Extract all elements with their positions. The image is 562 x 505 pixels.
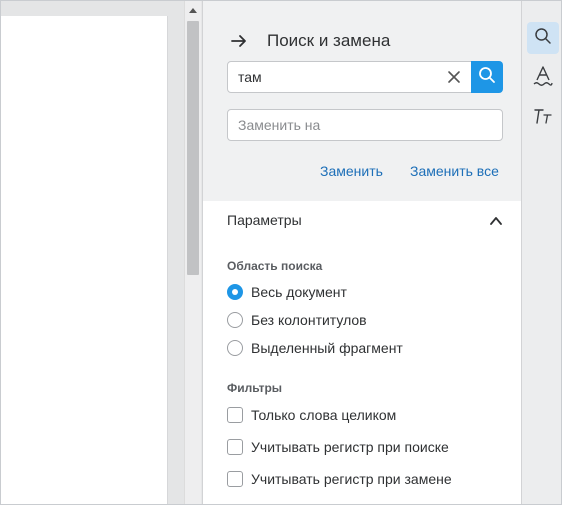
checkbox-match-case-search[interactable]: Учитывать регистр при поиске bbox=[227, 437, 449, 457]
document-page[interactable] bbox=[1, 16, 168, 504]
replace-all-button[interactable]: Заменить все bbox=[410, 163, 499, 179]
text-style-tool-button[interactable] bbox=[527, 62, 559, 94]
arrow-right-icon[interactable] bbox=[230, 32, 248, 50]
clear-icon[interactable] bbox=[447, 70, 461, 84]
radio-without-headers[interactable]: Без колонтитулов bbox=[227, 310, 367, 330]
replace-input[interactable] bbox=[238, 110, 488, 140]
radio-label: Выделенный фрагмент bbox=[251, 340, 403, 356]
radio-button-selected[interactable] bbox=[227, 284, 243, 300]
search-button[interactable] bbox=[471, 61, 503, 93]
search-field[interactable] bbox=[227, 61, 472, 93]
scroll-up-arrow-icon[interactable] bbox=[185, 3, 201, 17]
checkbox-label: Только слова целиком bbox=[251, 407, 397, 423]
parameters-label: Параметры bbox=[227, 212, 302, 228]
radio-label: Без колонтитулов bbox=[251, 312, 367, 328]
checkbox-label: Учитывать регистр при замене bbox=[251, 471, 452, 487]
filters-title: Фильтры bbox=[227, 381, 283, 395]
app-window: Поиск и замена Заменить Заменить все bbox=[0, 0, 562, 505]
checkbox-match-case-replace[interactable]: Учитывать регистр при замене bbox=[227, 469, 452, 489]
panel-header: Поиск и замена bbox=[230, 29, 390, 53]
search-icon bbox=[478, 66, 496, 89]
radio-button[interactable] bbox=[227, 312, 243, 328]
text-style-icon bbox=[533, 65, 553, 92]
vertical-scrollbar[interactable] bbox=[184, 1, 201, 504]
search-scope-title: Область поиска bbox=[227, 259, 323, 273]
font-size-tool-button[interactable] bbox=[527, 102, 559, 134]
checkbox[interactable] bbox=[227, 407, 243, 423]
font-size-icon bbox=[532, 107, 554, 130]
radio-label: Весь документ bbox=[251, 284, 347, 300]
search-icon bbox=[534, 27, 552, 50]
document-area bbox=[1, 1, 184, 504]
replace-button[interactable]: Заменить bbox=[320, 163, 383, 179]
search-tool-button[interactable] bbox=[527, 22, 559, 54]
search-input[interactable] bbox=[238, 62, 428, 92]
radio-selection[interactable]: Выделенный фрагмент bbox=[227, 338, 403, 358]
find-replace-panel: Поиск и замена Заменить Заменить все bbox=[202, 1, 521, 504]
checkbox[interactable] bbox=[227, 439, 243, 455]
chevron-up-icon[interactable] bbox=[489, 214, 503, 228]
checkbox-label: Учитывать регистр при поиске bbox=[251, 439, 449, 455]
radio-button[interactable] bbox=[227, 340, 243, 356]
checkbox[interactable] bbox=[227, 471, 243, 487]
right-toolbar bbox=[521, 1, 561, 504]
replace-field[interactable] bbox=[227, 109, 503, 141]
panel-title: Поиск и замена bbox=[267, 31, 391, 50]
scroll-thumb[interactable] bbox=[187, 21, 199, 275]
parameters-header[interactable]: Параметры bbox=[227, 212, 503, 232]
radio-whole-document[interactable]: Весь документ bbox=[227, 282, 347, 302]
panel-top-section: Поиск и замена Заменить Заменить все bbox=[203, 1, 521, 201]
checkbox-whole-words[interactable]: Только слова целиком bbox=[227, 405, 396, 425]
